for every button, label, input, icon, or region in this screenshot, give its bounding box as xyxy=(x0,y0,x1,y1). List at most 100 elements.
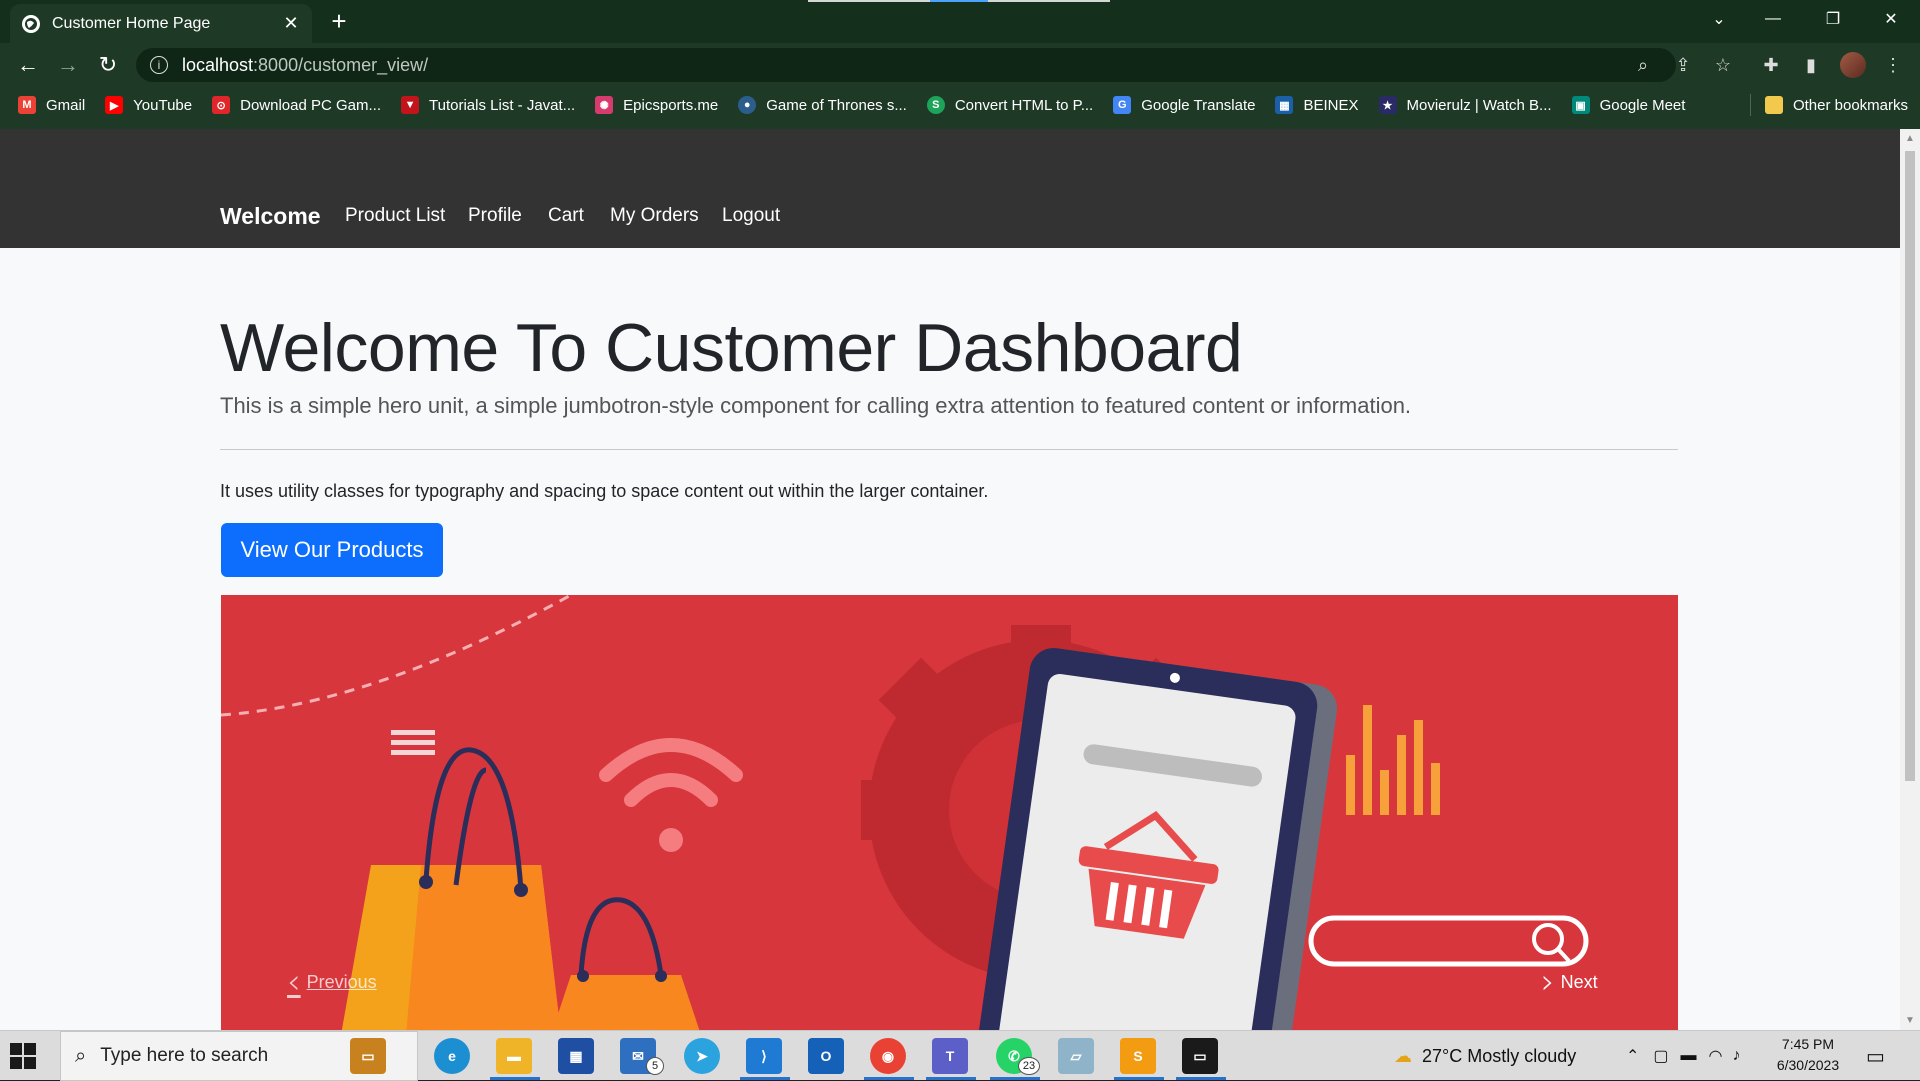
browser-chrome: Customer Home Page ✕ + ⌄ — ❐ ✕ ← → ↻ i l… xyxy=(0,0,1920,129)
address-row: ← → ↻ i localhost:8000/customer_view/ ⌕ … xyxy=(0,43,1920,87)
bookmark-label: YouTube xyxy=(133,96,193,114)
other-bookmarks[interactable]: Other bookmarks xyxy=(1764,96,1908,114)
hero-lead: This is a simple hero unit, a simple jum… xyxy=(220,393,1412,418)
page-title: Welcome To Customer Dashboard xyxy=(220,310,1243,386)
bookmark-label: Download PC Gam... xyxy=(240,96,382,114)
notification-icon[interactable]: ▭ xyxy=(1866,1031,1885,1081)
bookmark-google-meet[interactable]: ▣ Google Meet xyxy=(1571,96,1686,114)
nav-product-list[interactable]: Product List xyxy=(345,205,445,227)
address-bar[interactable]: i localhost:8000/customer_view/ xyxy=(136,48,1676,82)
telegram-icon[interactable]: ➤ xyxy=(684,1038,720,1074)
nav-my-orders[interactable]: My Orders xyxy=(610,205,699,227)
bookmark-label: Game of Thrones s... xyxy=(766,96,907,114)
reload-icon[interactable]: ↻ xyxy=(94,51,122,79)
new-tab-button[interactable]: + xyxy=(326,8,352,34)
extensions-icon[interactable]: ✚ xyxy=(1758,52,1784,78)
meet-now-icon[interactable]: ▢ xyxy=(1653,1046,1668,1066)
page-scrollbar[interactable]: ▲ ▼ xyxy=(1900,129,1920,1030)
carousel-next-button[interactable]: › Next xyxy=(1541,965,1598,999)
bookmark-convert-html[interactable]: S Convert HTML to P... xyxy=(926,96,1093,114)
bookmark-google-translate[interactable]: G Google Translate xyxy=(1113,96,1255,114)
profile-avatar[interactable] xyxy=(1840,52,1866,78)
chevron-left-icon: ‹ xyxy=(287,962,301,1002)
translate-icon: G xyxy=(1113,96,1132,114)
got-icon: ● xyxy=(738,96,757,114)
bookmark-label: Epicsports.me xyxy=(623,96,719,114)
bookmark-epicsports[interactable]: ✺ Epicsports.me xyxy=(595,96,718,114)
system-clock[interactable]: 7:45 PM 6/30/2023 xyxy=(1772,1034,1844,1076)
beinex-icon: ▦ xyxy=(1275,96,1294,114)
movierulz-icon: ★ xyxy=(1378,96,1397,114)
menu-icon[interactable]: ⋮ xyxy=(1880,52,1906,78)
bookmark-label: Tutorials List - Javat... xyxy=(429,96,576,114)
carousel-prev-button[interactable]: ‹ Previous xyxy=(287,965,377,999)
file-explorer-icon[interactable]: ▬ xyxy=(496,1038,532,1074)
teams-icon[interactable]: T xyxy=(932,1038,968,1074)
forward-icon[interactable]: → xyxy=(54,51,82,79)
zoom-icon[interactable]: ⌕ xyxy=(1630,52,1656,78)
view-products-button[interactable]: View Our Products xyxy=(221,523,443,577)
edge-icon[interactable]: e xyxy=(434,1038,470,1074)
carousel-prev-label: Previous xyxy=(306,971,377,992)
windows-start-icon[interactable] xyxy=(10,1043,36,1069)
share-icon[interactable]: ⇪ xyxy=(1670,52,1696,78)
url-host: localhost xyxy=(182,54,254,75)
weather-text: 27°C Mostly cloudy xyxy=(1422,1045,1577,1066)
clock-date: 6/30/2023 xyxy=(1776,1057,1840,1073)
bookmark-label: Google Translate xyxy=(1141,96,1256,114)
carousel-next-label: Next xyxy=(1560,971,1598,992)
briefcase-icon[interactable]: ▭ xyxy=(350,1038,386,1074)
vscode-icon[interactable]: ⟩ xyxy=(746,1038,782,1074)
minimize-button[interactable]: — xyxy=(1750,0,1796,38)
hero-text: It uses utility classes for typography a… xyxy=(220,481,989,501)
bookmark-beinex[interactable]: ▦ BEINEX xyxy=(1275,96,1359,114)
store-icon[interactable]: ▦ xyxy=(558,1038,594,1074)
notes-icon[interactable]: ▱ xyxy=(1058,1038,1094,1074)
site-navbar: Welcome Product List Profile Cart My Ord… xyxy=(0,129,1900,248)
bookmark-gmail[interactable]: M Gmail xyxy=(18,96,85,114)
taskbar-search-placeholder: Type here to search xyxy=(100,1045,269,1066)
tab-customer-home[interactable]: Customer Home Page ✕ xyxy=(10,4,312,43)
site-info-icon[interactable]: i xyxy=(150,56,168,74)
tray-icons: ⌃ ▢ ▬ ◠ ♪ xyxy=(1626,1031,1741,1081)
bookmark-game-of-thrones[interactable]: ● Game of Thrones s... xyxy=(738,96,907,114)
bookmark-star-icon[interactable]: ☆ xyxy=(1710,52,1736,78)
globe-icon xyxy=(22,14,40,33)
scroll-up-icon[interactable]: ▲ xyxy=(1905,133,1915,144)
page-viewport: Welcome Product List Profile Cart My Ord… xyxy=(0,129,1920,1030)
cloud-icon: ☁ xyxy=(1394,1045,1412,1066)
chrome-icon[interactable]: ◉ xyxy=(870,1038,906,1074)
tab-close-icon[interactable]: ✕ xyxy=(282,13,300,33)
nav-profile[interactable]: Profile xyxy=(468,205,522,227)
close-window-button[interactable]: ✕ xyxy=(1868,0,1914,38)
scroll-down-icon[interactable]: ▼ xyxy=(1905,1015,1915,1026)
convert-icon: S xyxy=(926,96,945,114)
epicsports-icon: ✺ xyxy=(595,96,614,114)
bookmark-download-pc-games[interactable]: ⊙ Download PC Gam... xyxy=(212,96,381,114)
side-panel-icon[interactable]: ▮ xyxy=(1798,52,1824,78)
tab-title: Customer Home Page xyxy=(52,14,211,32)
terminal-icon[interactable]: ▭ xyxy=(1182,1038,1218,1074)
nav-logout[interactable]: Logout xyxy=(722,205,780,227)
outlook-icon[interactable]: O xyxy=(808,1038,844,1074)
back-icon[interactable]: ← xyxy=(14,51,42,79)
bookmark-javatpoint[interactable]: ▼ Tutorials List - Javat... xyxy=(401,96,575,114)
windows-taskbar: ⌕ Type here to search ▭ e ▬ ▦ ✉ 5 ➤ ⟩ O … xyxy=(0,1030,1920,1081)
bookmark-youtube[interactable]: ▶ YouTube xyxy=(105,96,192,114)
navbar-brand[interactable]: Welcome xyxy=(220,203,321,230)
clock-time: 7:45 PM xyxy=(1781,1036,1835,1052)
weather-widget[interactable]: ☁ 27°C Mostly cloudy xyxy=(1394,1031,1576,1081)
nav-cart[interactable]: Cart xyxy=(548,205,584,227)
battery-icon[interactable]: ▬ xyxy=(1681,1047,1697,1065)
bookmark-label: Google Meet xyxy=(1599,96,1686,114)
bookmark-movierulz[interactable]: ★ Movierulz | Watch B... xyxy=(1378,96,1552,114)
restore-button[interactable]: ❐ xyxy=(1810,0,1856,38)
volume-icon[interactable]: ♪ xyxy=(1733,1047,1741,1065)
wifi-icon[interactable]: ◠ xyxy=(1709,1046,1723,1066)
bookmarks-bar: M Gmail ▶ YouTube ⊙ Download PC Gam... ▼ Tut… xyxy=(0,87,1920,123)
tab-search-icon[interactable]: ⌄ xyxy=(1696,0,1742,38)
hero-divider xyxy=(220,449,1678,450)
chevron-up-icon[interactable]: ⌃ xyxy=(1626,1046,1639,1066)
sublime-icon[interactable]: S xyxy=(1120,1038,1156,1074)
scrollbar-thumb[interactable] xyxy=(1905,151,1915,781)
